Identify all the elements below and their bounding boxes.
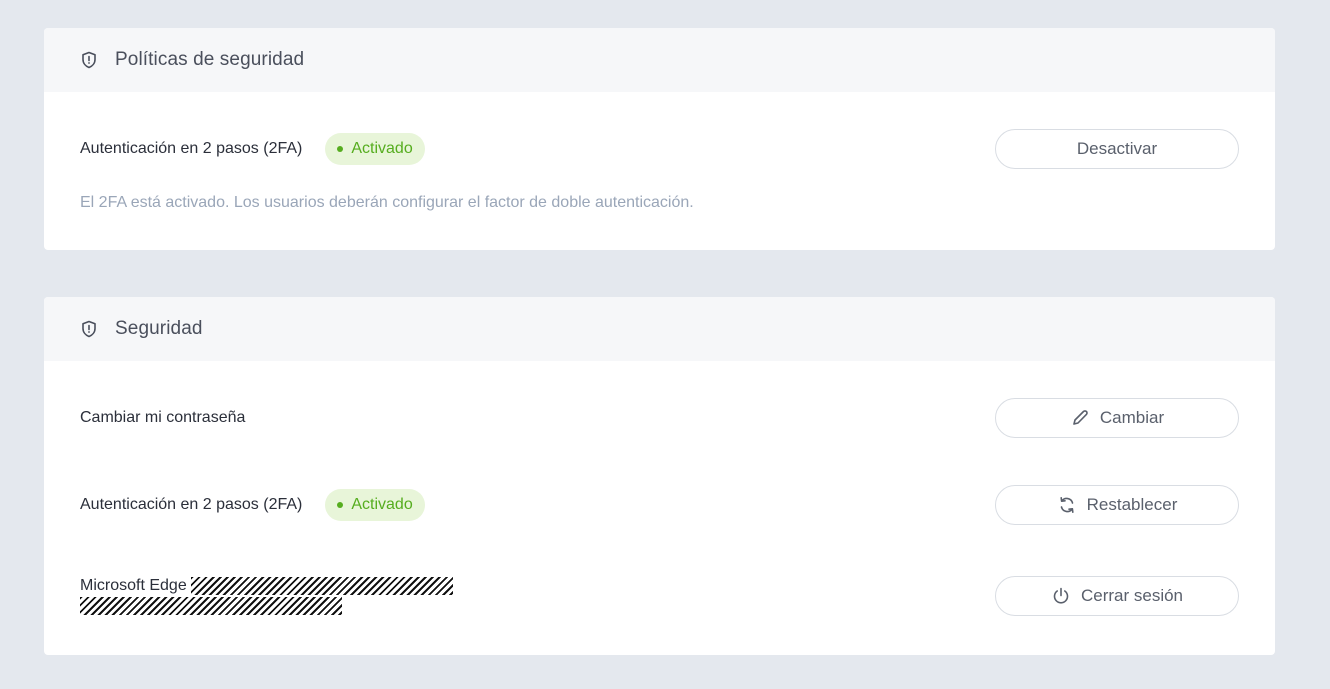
security-title: Seguridad [115, 318, 203, 339]
redacted-session-details [191, 576, 454, 595]
security-2fa-row: Autenticación en 2 pasos (2FA) Activado … [80, 484, 1239, 526]
reset-2fa-button-label: Restablecer [1086, 495, 1178, 514]
change-password-button-label: Cambiar [1099, 408, 1165, 427]
change-password-row: Cambiar mi contraseña Cambiar [80, 397, 1239, 439]
security-2fa-label: Autenticación en 2 pasos (2FA) [80, 496, 303, 513]
session-browser-label: Microsoft Edge [80, 577, 187, 595]
deactivate-button-label: Desactivar [1076, 139, 1158, 158]
redacted-session-details [80, 597, 342, 616]
security-header: Seguridad [44, 297, 1275, 361]
logout-button[interactable]: Cerrar sesión [995, 576, 1239, 616]
status-badge-text: Activado [351, 496, 413, 513]
policy-2fa-row: Autenticación en 2 pasos (2FA) Activado … [80, 128, 1239, 170]
status-badge: Activado [325, 133, 425, 165]
pencil-icon [1070, 408, 1090, 428]
logout-button-label: Cerrar sesión [1080, 586, 1184, 605]
change-password-button[interactable]: Cambiar [995, 398, 1239, 438]
shield-icon [80, 51, 98, 69]
refresh-icon [1057, 495, 1077, 515]
security-policies-card: Políticas de seguridad Autenticación en … [44, 28, 1275, 250]
policy-2fa-hint: El 2FA está activado. Los usuarios deber… [80, 194, 694, 211]
status-badge: Activado [325, 489, 425, 521]
security-policies-header: Políticas de seguridad [44, 28, 1275, 92]
change-password-label: Cambiar mi contraseña [80, 409, 246, 426]
deactivate-button[interactable]: Desactivar [995, 129, 1239, 169]
status-badge-text: Activado [351, 140, 413, 157]
security-policies-title: Políticas de seguridad [115, 49, 305, 70]
shield-icon [80, 320, 98, 338]
status-dot [337, 502, 344, 508]
reset-2fa-button[interactable]: Restablecer [995, 485, 1239, 525]
policy-2fa-label: Autenticación en 2 pasos (2FA) [80, 140, 303, 157]
session-row: Microsoft Edge Cerrar sesión [80, 573, 1239, 619]
power-icon [1051, 586, 1071, 606]
status-dot [337, 146, 344, 152]
security-card: Seguridad Cambiar mi contraseña Cambiar … [44, 297, 1275, 655]
